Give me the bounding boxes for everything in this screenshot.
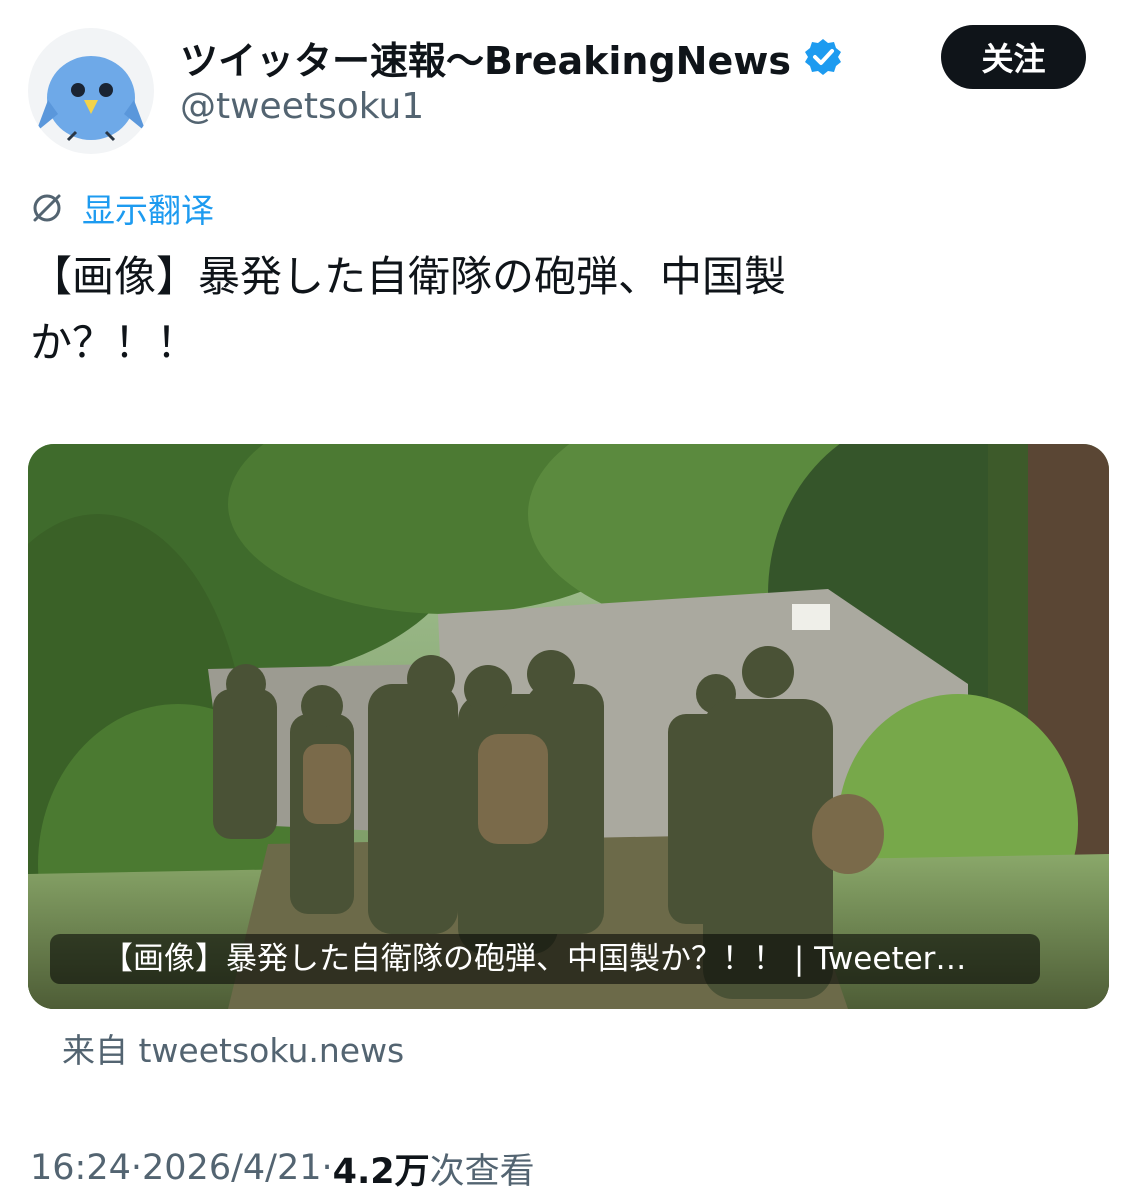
tweet-date[interactable]: 2026/4/21 (142, 1148, 321, 1188)
link-card[interactable]: 【画像】暴発した自衛隊の砲弾、中国製か？！！ | Tweeter… (28, 444, 1109, 1009)
verified-badge-icon (804, 39, 841, 75)
blue-bird-icon (36, 56, 146, 142)
author-name-row[interactable]: ツイッター速報〜BreakingNews (180, 30, 843, 84)
meta-separator: · (321, 1148, 333, 1188)
tweet-meta: 16:24 · 2026/4/21 · 4.2万 次查看 (30, 1144, 535, 1192)
follow-button[interactable]: 关注 (941, 25, 1086, 89)
link-card-caption: 【画像】暴発した自衛隊の砲弾、中国製か？！！ | Tweeter… (50, 934, 1040, 984)
translate-globe-icon (33, 194, 61, 222)
link-source[interactable]: 来自 tweetsoku.news (62, 1024, 404, 1072)
show-translation-link[interactable]: 显示翻译 (30, 186, 214, 230)
tweet-text-line: 【画像】暴発した自衛隊の砲弾、中国製 (30, 252, 787, 301)
author-handle[interactable]: @tweetsoku1 (180, 86, 424, 127)
tweet-text-line: か？！！ (30, 318, 199, 367)
tweet-time[interactable]: 16:24 (30, 1148, 131, 1188)
tweet-text: 【画像】暴発した自衛隊の砲弾、中国製 か？！！ (30, 244, 960, 376)
show-translation-label[interactable]: 显示翻译 (82, 184, 214, 232)
meta-separator: · (130, 1148, 143, 1188)
soldiers-forest-photo (28, 444, 1109, 1009)
views-count[interactable]: 4.2万 (333, 1143, 430, 1194)
views-label: 次查看 (429, 1151, 535, 1192)
author-display-name[interactable]: ツイッター速報〜BreakingNews (180, 30, 791, 85)
avatar[interactable] (28, 28, 154, 154)
